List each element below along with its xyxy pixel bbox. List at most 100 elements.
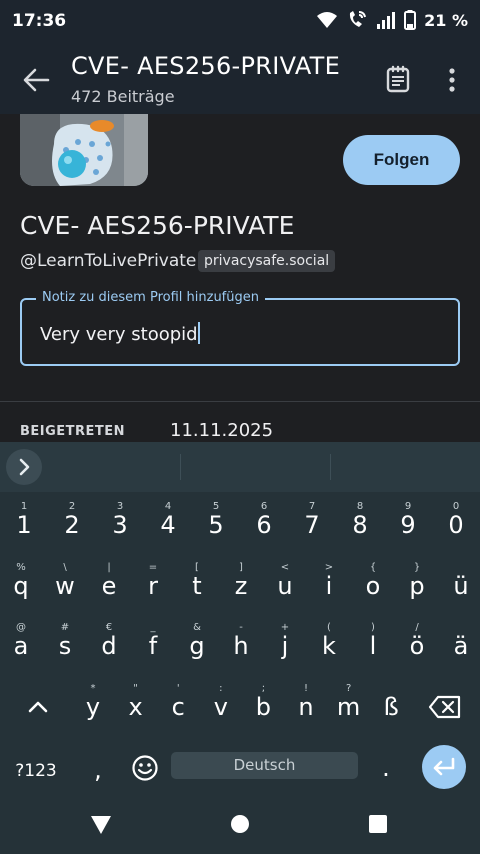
key-u[interactable]: < u [262, 558, 308, 614]
key-symbols[interactable]: ?123 [12, 740, 60, 796]
key-label: 7 [304, 511, 320, 539]
key-q[interactable]: % q [0, 558, 44, 614]
key-label: j [281, 632, 289, 660]
key-label: 2 [64, 511, 80, 539]
key-comma-label: , [94, 756, 102, 784]
key-f[interactable]: _ f [130, 618, 176, 674]
key-period[interactable]: . [362, 740, 410, 796]
key-c[interactable]: ' c [155, 679, 201, 735]
key-2[interactable]: 22 [48, 497, 96, 553]
key-b[interactable]: ; b [240, 679, 286, 735]
key-space[interactable]: Deutsch [171, 752, 358, 779]
key-v[interactable]: :v [198, 679, 244, 735]
key-9[interactable]: 99 [384, 497, 432, 553]
key-t[interactable]: [t [174, 558, 220, 614]
key-hint: 9 [404, 501, 412, 512]
key-a[interactable]: @ a [0, 618, 44, 674]
key-i[interactable]: > i [306, 558, 352, 614]
key-y[interactable]: * y [70, 679, 116, 735]
key-e[interactable]: | e [86, 558, 132, 614]
key-l[interactable]: ) l [350, 618, 396, 674]
app-bar-title: CVE- AES256-PRIVATE [71, 52, 341, 80]
follow-button[interactable]: Folgen [343, 135, 460, 185]
backspace-icon [428, 695, 461, 719]
key-hint: 3 [116, 501, 124, 512]
key-o[interactable]: {o [350, 558, 396, 614]
profile-note-label: Notiz zu diesem Profil hinzufügen [36, 290, 265, 305]
more-vert-icon[interactable] [440, 66, 464, 94]
key-hint: \ [63, 562, 67, 573]
key-hint: ) [371, 622, 375, 633]
key-z[interactable]: ] z [218, 558, 264, 614]
key-6[interactable]: 66 [240, 497, 288, 553]
emoji-icon [132, 755, 158, 781]
key-k[interactable]: (k [306, 618, 352, 674]
key-label: t [192, 572, 202, 600]
key-hint: 2 [68, 501, 76, 512]
key-5[interactable]: 55 [192, 497, 240, 553]
key-d[interactable]: € d [86, 618, 132, 674]
key-w[interactable]: \ w [42, 558, 88, 614]
key-label: g [189, 632, 205, 660]
key-1[interactable]: 11 [0, 497, 48, 553]
key-label: w [55, 572, 75, 600]
key-ä[interactable]: ä [438, 618, 480, 674]
key-label: ä [453, 632, 469, 660]
key-j[interactable]: + j [262, 618, 308, 674]
key-enter[interactable] [422, 745, 466, 789]
avatar[interactable] [20, 114, 148, 186]
key-0[interactable]: 00 [432, 497, 480, 553]
key-s[interactable]: # s [42, 618, 88, 674]
divider [0, 401, 480, 402]
nav-home-icon[interactable] [229, 813, 251, 835]
key-8[interactable]: 88 [336, 497, 384, 553]
key-ß[interactable]: ß [368, 679, 414, 735]
key-hint: | [107, 562, 111, 573]
profile-note-text: Very very stoopid [40, 324, 198, 345]
key-hint: 5 [212, 501, 220, 512]
key-4[interactable]: 44 [144, 497, 192, 553]
key-label: ß [383, 693, 399, 721]
key-m[interactable]: ? m [326, 679, 372, 735]
nav-recents-icon[interactable] [367, 813, 389, 835]
key-label: 5 [208, 511, 224, 539]
key-7[interactable]: 77 [288, 497, 336, 553]
key-label: v [213, 693, 228, 721]
key-backspace[interactable] [422, 679, 468, 735]
expand-toolbar-button[interactable] [6, 449, 42, 485]
key-n[interactable]: ! n [283, 679, 329, 735]
key-hint: { [369, 562, 377, 573]
key-label: 9 [400, 511, 416, 539]
key-x[interactable]: " x [113, 679, 159, 735]
key-ü[interactable]: ü [438, 558, 480, 614]
key-label: c [171, 693, 185, 721]
key-hint: - [239, 622, 243, 633]
key-label: 6 [256, 511, 272, 539]
key-ö[interactable]: / ö [394, 618, 440, 674]
key-hint: / [415, 622, 419, 633]
key-label: 1 [16, 511, 32, 539]
key-label: x [128, 693, 143, 721]
profile-note-field[interactable]: Notiz zu diesem Profil hinzufügen Very v… [20, 290, 460, 366]
key-hint: 0 [452, 501, 460, 512]
nav-back-icon[interactable] [89, 814, 113, 836]
key-r[interactable]: = r [130, 558, 176, 614]
key-comma[interactable]: , [74, 742, 122, 798]
key-g[interactable]: & g [174, 618, 220, 674]
key-3[interactable]: 33 [96, 497, 144, 553]
key-label: h [233, 632, 249, 660]
key-hint: ; [261, 683, 266, 694]
key-label: f [148, 632, 158, 660]
key-p[interactable]: } p [394, 558, 440, 614]
key-emoji[interactable] [121, 740, 169, 796]
joined-date: 11.11.2025 [170, 420, 274, 441]
key-label: p [409, 572, 425, 600]
key-hint: @ [16, 622, 26, 633]
profile-note-input-value[interactable]: Very very stoopid [40, 322, 200, 345]
key-h[interactable]: -h [218, 618, 264, 674]
back-arrow-icon[interactable] [20, 64, 52, 96]
key-shift[interactable] [14, 679, 62, 735]
edit-note-icon[interactable] [384, 64, 412, 94]
enter-arrow-icon [433, 757, 455, 776]
wifi-calling-icon [350, 11, 367, 27]
